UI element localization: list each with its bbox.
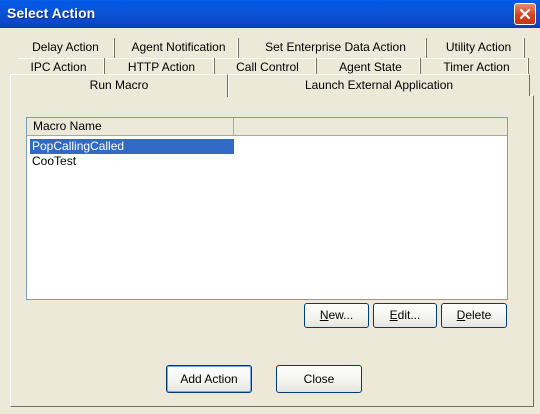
new-button[interactable]: New... (304, 303, 369, 328)
column-header-empty[interactable] (234, 118, 507, 136)
title-bar: Select Action (0, 0, 540, 28)
window-title: Select Action (7, 5, 96, 21)
tab-launch-external-application[interactable]: Launch External Application (228, 74, 530, 96)
tab-utility-action[interactable]: Utility Action (434, 38, 524, 58)
delete-button[interactable]: Delete (441, 303, 507, 328)
close-icon (519, 8, 531, 20)
add-action-button[interactable]: Add Action (166, 365, 252, 393)
delete-mnemonic: D (456, 308, 466, 322)
edit-button[interactable]: Edit... (373, 303, 437, 328)
list-item[interactable]: CooTest (30, 154, 234, 169)
edit-label-rest: dit... (397, 308, 421, 322)
tab-agent-notification[interactable]: Agent Notification (120, 38, 238, 58)
new-label-rest: ew... (328, 308, 354, 322)
tab-set-enterprise-data-action[interactable]: Set Enterprise Data Action (246, 38, 426, 58)
close-button[interactable]: Close (276, 365, 362, 393)
column-header-macro-name[interactable]: Macro Name (27, 118, 234, 136)
edit-mnemonic: E (389, 308, 398, 322)
list-item[interactable]: PopCallingCalled (30, 139, 234, 154)
tab-run-macro[interactable]: Run Macro (10, 74, 228, 97)
delete-label-rest: elete (465, 308, 492, 322)
close-window-button[interactable] (514, 3, 536, 25)
macro-list[interactable]: Macro Name PopCallingCalled CooTest (26, 117, 508, 300)
macro-list-header: Macro Name (27, 118, 507, 136)
tab-delay-action[interactable]: Delay Action (18, 38, 114, 58)
